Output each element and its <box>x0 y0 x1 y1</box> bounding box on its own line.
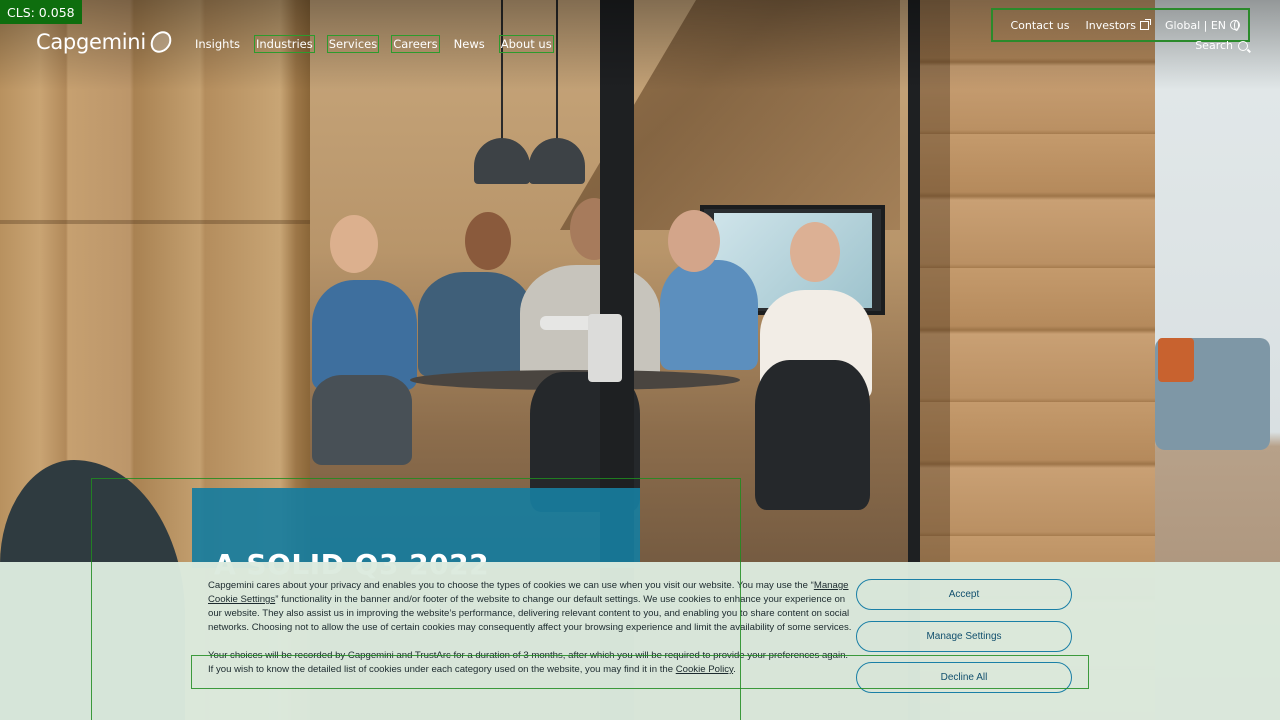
cookie-text-segment: ” functionality in the banner and/or foo… <box>208 594 852 633</box>
cookie-policy-link[interactable]: Cookie Policy <box>676 664 733 675</box>
person-head <box>790 222 840 282</box>
cookie-text-segment: Your choices will be recorded by Capgemi… <box>208 650 849 675</box>
chair <box>755 360 870 510</box>
cookie-paragraph-1: Capgemini cares about your privacy and e… <box>208 579 856 635</box>
cookie-notice-text: Capgemini cares about your privacy and e… <box>208 579 856 677</box>
nav-services[interactable]: Services <box>326 35 380 53</box>
decline-all-button[interactable]: Decline All <box>856 662 1072 693</box>
investors-label: Investors <box>1085 18 1137 32</box>
nav-industries[interactable]: Industries <box>253 35 315 53</box>
investors-link[interactable]: Investors <box>1085 18 1152 32</box>
cookie-paragraph-2: Your choices will be recorded by Capgemi… <box>208 649 856 677</box>
search-button[interactable]: Search <box>1195 39 1248 52</box>
cls-debug-badge: CLS: 0.058 <box>0 0 82 24</box>
person-head <box>330 215 378 273</box>
chair <box>312 375 412 465</box>
locale-label: Global | EN <box>1165 18 1226 32</box>
cushion <box>1158 338 1194 382</box>
person-head <box>465 212 511 270</box>
capgemini-logo[interactable]: Capgemini <box>36 28 175 56</box>
spade-logo-icon <box>147 28 175 56</box>
nav-about-us[interactable]: About us <box>498 35 554 53</box>
nav-careers[interactable]: Careers <box>391 35 440 53</box>
door-plate <box>588 314 622 382</box>
globe-icon <box>1230 20 1240 31</box>
cookie-text-segment: . <box>733 664 736 675</box>
utility-nav: Contact us Investors Global | EN <box>990 8 1250 42</box>
external-link-icon <box>1140 18 1152 30</box>
cookie-text-segment: Capgemini cares about your privacy and e… <box>208 580 814 591</box>
main-nav: Insights Industries Services Careers New… <box>194 35 567 53</box>
contact-us-label: Contact us <box>1010 18 1070 32</box>
nav-insights[interactable]: Insights <box>194 36 241 52</box>
person-denim <box>418 272 533 377</box>
manage-settings-button[interactable]: Manage Settings <box>856 621 1072 652</box>
person-head <box>668 210 720 272</box>
search-label: Search <box>1195 39 1233 52</box>
logo-text: Capgemini <box>36 30 146 54</box>
locale-selector[interactable]: Global | EN <box>1165 19 1240 32</box>
person-blue-shirt <box>312 280 417 390</box>
nav-news[interactable]: News <box>453 36 486 52</box>
accept-button[interactable]: Accept <box>856 579 1072 610</box>
person-light-blue <box>660 260 758 370</box>
search-icon <box>1238 40 1248 51</box>
contact-us-link[interactable]: Contact us <box>1011 19 1070 32</box>
